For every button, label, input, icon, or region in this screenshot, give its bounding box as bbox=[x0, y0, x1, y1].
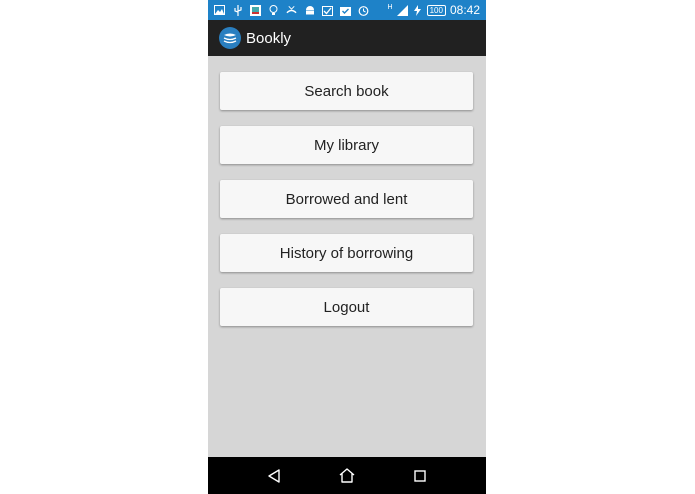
app-title: Bookly bbox=[246, 29, 292, 47]
history-of-borrowing-button[interactable]: History of borrowing bbox=[220, 234, 473, 272]
bag-check-icon bbox=[340, 5, 351, 16]
my-library-button[interactable]: My library bbox=[220, 126, 473, 164]
system-status: H 100 08:42 bbox=[388, 3, 486, 17]
signal-icon bbox=[396, 4, 408, 16]
charging-icon bbox=[412, 4, 423, 16]
network-type: H bbox=[387, 3, 393, 11]
borrowed-and-lent-button[interactable]: Borrowed and lent bbox=[220, 180, 473, 218]
books-stack-icon bbox=[219, 27, 241, 49]
bulb-icon bbox=[268, 4, 279, 16]
notification-icons bbox=[208, 0, 369, 20]
navigation-bar bbox=[208, 457, 486, 494]
phone-screen: H 100 08:42 Bookly Search book My librar… bbox=[208, 0, 486, 494]
android-icon bbox=[304, 5, 315, 16]
home-icon[interactable] bbox=[337, 466, 357, 486]
status-bar: H 100 08:42 bbox=[208, 0, 486, 20]
recents-icon[interactable] bbox=[410, 466, 430, 486]
alarm-icon bbox=[358, 5, 369, 16]
main-menu: Search book My library Borrowed and lent… bbox=[220, 72, 473, 342]
missed-call-icon bbox=[286, 5, 297, 16]
photo-icon bbox=[250, 4, 261, 16]
app-bar: Bookly bbox=[208, 20, 486, 56]
usb-icon bbox=[232, 4, 243, 16]
photo-check-icon bbox=[322, 5, 333, 16]
logout-button[interactable]: Logout bbox=[220, 288, 473, 326]
back-icon[interactable] bbox=[264, 466, 284, 486]
image-icon bbox=[214, 5, 225, 16]
clock: 08:42 bbox=[449, 3, 480, 17]
battery-indicator: 100 bbox=[426, 4, 446, 16]
search-book-button[interactable]: Search book bbox=[220, 72, 473, 110]
